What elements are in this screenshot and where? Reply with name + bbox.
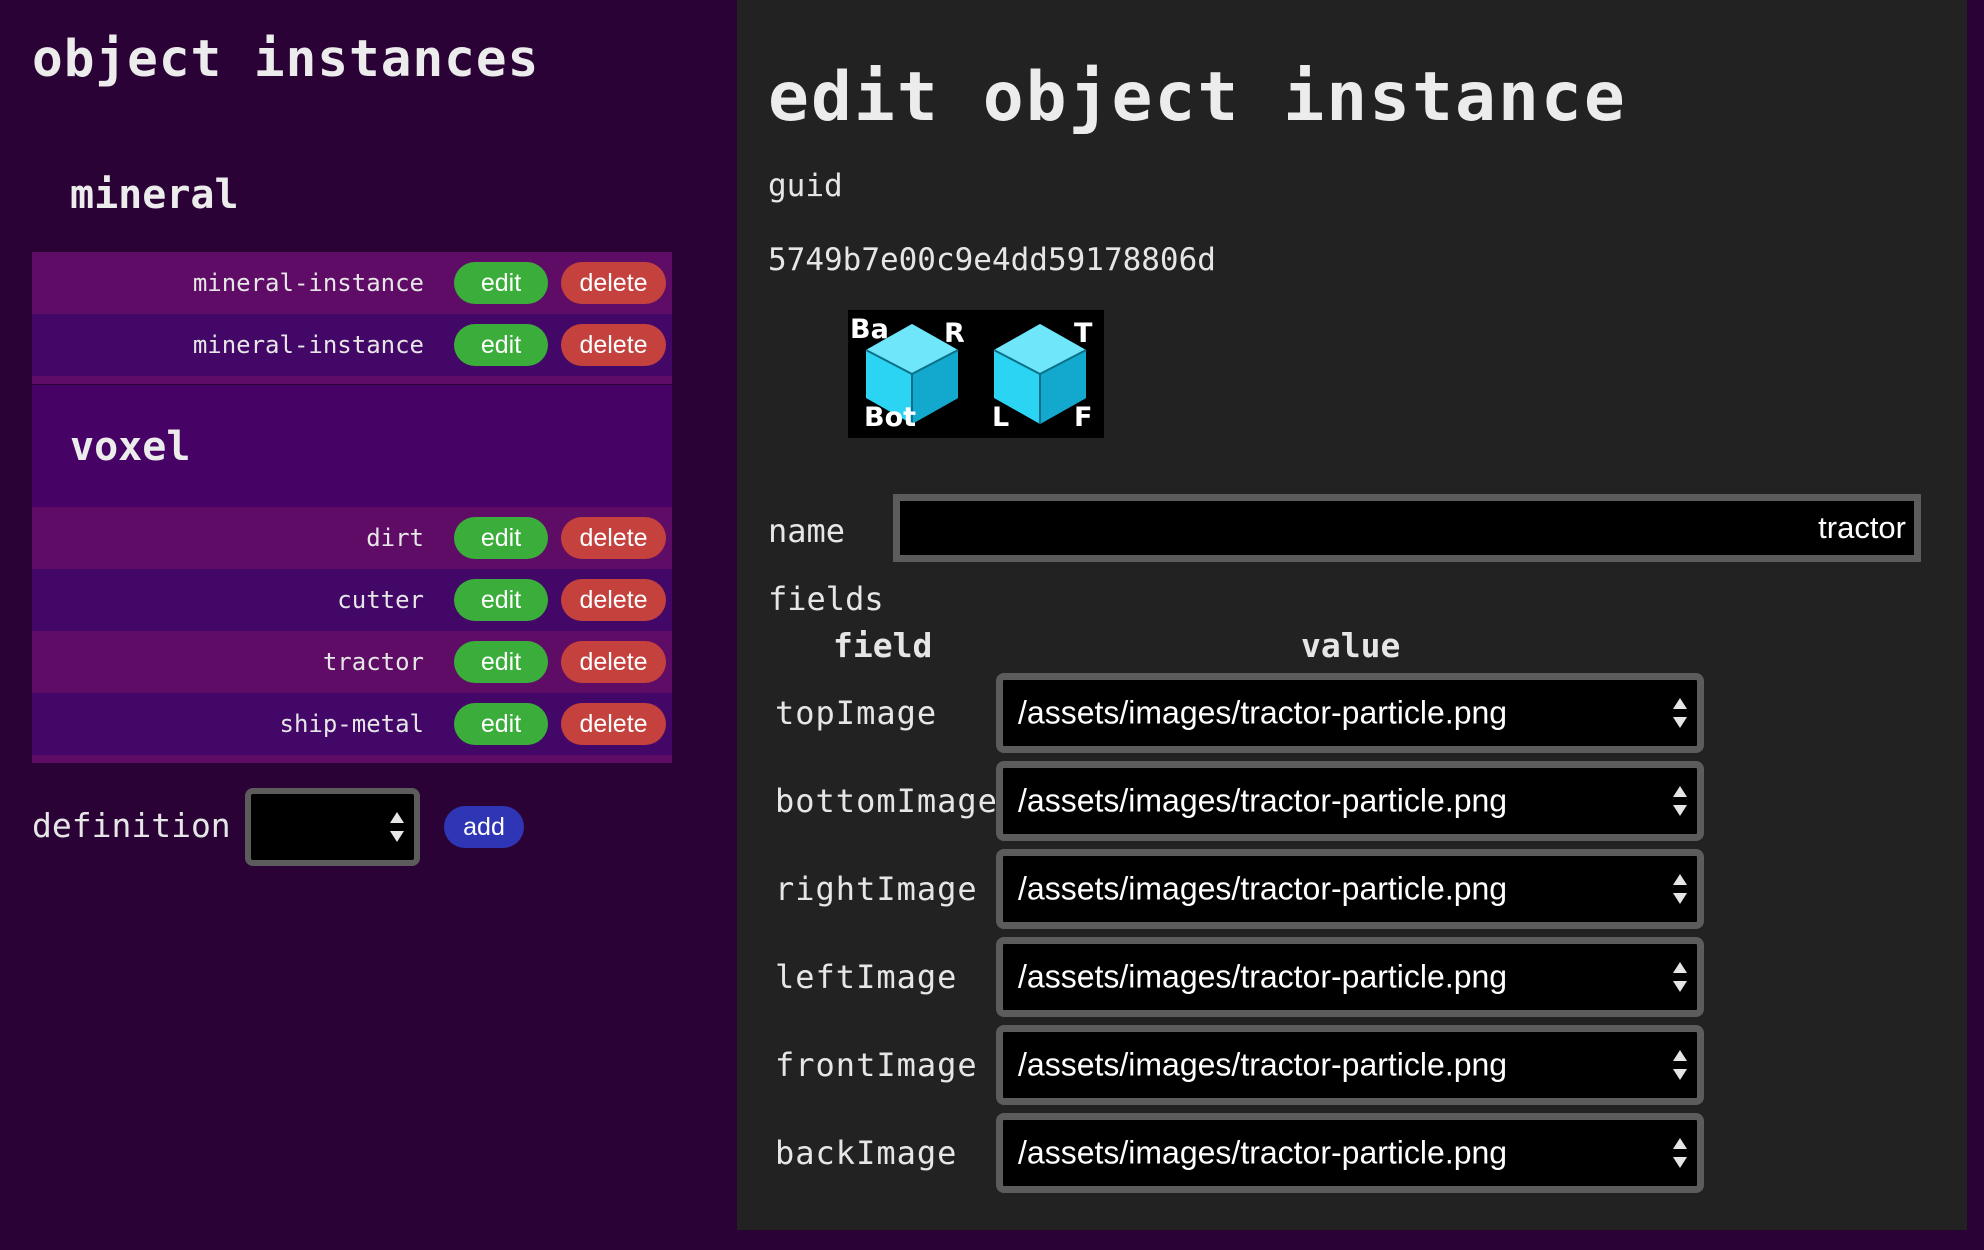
list-item: ship-metal edit delete: [32, 693, 672, 755]
updown-arrows-icon: [1673, 874, 1687, 904]
updown-arrows-icon: [1673, 1050, 1687, 1080]
face-label-right: R: [944, 318, 965, 349]
add-button[interactable]: add: [444, 806, 524, 848]
field-value: /assets/images/tractor-particle.png: [1018, 694, 1508, 731]
delete-button[interactable]: delete: [561, 324, 666, 366]
edit-button[interactable]: edit: [454, 324, 548, 366]
field-value-select[interactable]: /assets/images/tractor-particle.png: [996, 673, 1704, 753]
column-header-field: field: [833, 626, 933, 665]
page-title: edit object instance: [768, 58, 1627, 137]
face-label-back: Ba: [850, 314, 889, 345]
field-value-select[interactable]: /assets/images/tractor-particle.png: [996, 761, 1704, 841]
updown-arrows-icon: [390, 812, 404, 842]
face-label-top: T: [1074, 318, 1093, 349]
field-value: /assets/images/tractor-particle.png: [1018, 1134, 1508, 1171]
edit-button[interactable]: edit: [454, 262, 548, 304]
item-label: mineral-instance: [192, 269, 424, 297]
face-label-left: L: [992, 402, 1010, 433]
name-label: name: [768, 512, 846, 550]
field-value-select[interactable]: /assets/images/tractor-particle.png: [996, 1025, 1704, 1105]
updown-arrows-icon: [1673, 1138, 1687, 1168]
face-label-front: F: [1074, 402, 1093, 433]
definition-select[interactable]: [245, 788, 420, 866]
updown-arrows-icon: [1673, 786, 1687, 816]
group-divider: [32, 376, 672, 384]
delete-button[interactable]: delete: [561, 579, 666, 621]
column-header-value: value: [1301, 626, 1401, 665]
guid-value: 5749b7e00c9e4dd59178806d: [768, 242, 1216, 278]
list-item: mineral-instance edit delete: [32, 314, 672, 376]
item-label: dirt: [366, 524, 424, 552]
field-name: bottomImage: [775, 782, 998, 820]
item-label: cutter: [337, 586, 424, 614]
group-voxel: voxel dirt edit delete cutter edit delet…: [32, 385, 672, 763]
field-value-select[interactable]: /assets/images/tractor-particle.png: [996, 849, 1704, 929]
item-label: ship-metal: [279, 710, 425, 738]
list-item: dirt edit delete: [32, 507, 672, 569]
field-name: rightImage: [775, 870, 978, 908]
edit-button[interactable]: edit: [454, 579, 548, 621]
field-value-select[interactable]: /assets/images/tractor-particle.png: [996, 937, 1704, 1017]
edit-button[interactable]: edit: [454, 641, 548, 683]
updown-arrows-icon: [1673, 962, 1687, 992]
group-mineral: mineral mineral-instance edit delete min…: [32, 170, 672, 384]
name-input[interactable]: [893, 494, 1921, 562]
face-label-bottom: Bot: [864, 402, 917, 433]
item-label: tractor: [322, 648, 424, 676]
field-name: topImage: [775, 694, 938, 732]
field-row: topImage /assets/images/tractor-particle…: [737, 673, 1967, 753]
edit-button[interactable]: edit: [454, 703, 548, 745]
delete-button[interactable]: delete: [561, 641, 666, 683]
delete-button[interactable]: delete: [561, 517, 666, 559]
group-heading-mineral: mineral: [70, 172, 239, 218]
field-row: rightImage /assets/images/tractor-partic…: [737, 849, 1967, 929]
field-row: backImage /assets/images/tractor-particl…: [737, 1113, 1967, 1193]
delete-button[interactable]: delete: [561, 703, 666, 745]
field-name: frontImage: [775, 1046, 978, 1084]
field-value: /assets/images/tractor-particle.png: [1018, 782, 1508, 819]
edit-panel: edit object instance guid 5749b7e00c9e4d…: [737, 0, 1967, 1230]
field-name: leftImage: [775, 958, 958, 996]
field-row: frontImage /assets/images/tractor-partic…: [737, 1025, 1967, 1105]
definition-label: definition: [32, 806, 231, 845]
field-value: /assets/images/tractor-particle.png: [1018, 958, 1508, 995]
item-label: mineral-instance: [192, 331, 424, 359]
guid-label: guid: [768, 168, 843, 204]
field-row: bottomImage /assets/images/tractor-parti…: [737, 761, 1967, 841]
sidebar: object instances mineral mineral-instanc…: [0, 0, 705, 1250]
field-row: leftImage /assets/images/tractor-particl…: [737, 937, 1967, 1017]
sidebar-title: object instances: [32, 30, 540, 89]
field-value: /assets/images/tractor-particle.png: [1018, 870, 1508, 907]
updown-arrows-icon: [1673, 698, 1687, 728]
field-value: /assets/images/tractor-particle.png: [1018, 1046, 1508, 1083]
delete-button[interactable]: delete: [561, 262, 666, 304]
list-item: tractor edit delete: [32, 631, 672, 693]
list-item: cutter edit delete: [32, 569, 672, 631]
field-name: backImage: [775, 1134, 958, 1172]
group-heading-voxel: voxel: [70, 424, 191, 470]
fields-label: fields: [768, 580, 884, 618]
cube-preview: Ba R Bot T L F: [848, 310, 1104, 438]
field-value-select[interactable]: /assets/images/tractor-particle.png: [996, 1113, 1704, 1193]
group-divider: [32, 755, 672, 763]
list-item: mineral-instance edit delete: [32, 252, 672, 314]
edit-button[interactable]: edit: [454, 517, 548, 559]
